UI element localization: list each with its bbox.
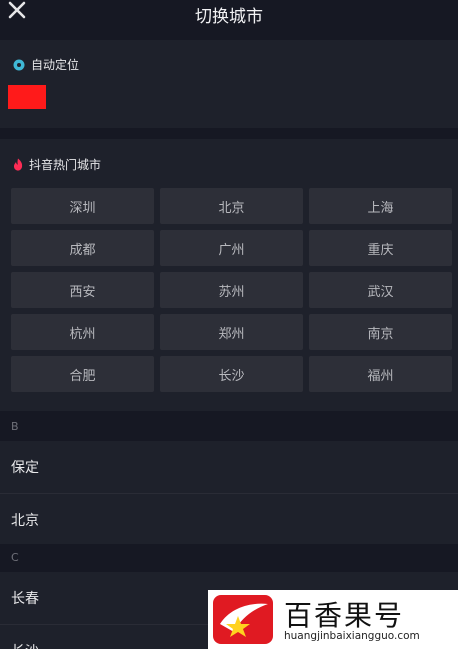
current-location-redacted[interactable]: [8, 85, 46, 109]
top-bar: 切换城市: [0, 0, 458, 36]
city-button[interactable]: 广州: [160, 230, 303, 266]
city-list-item[interactable]: 北京: [0, 494, 458, 546]
city-name: 长春: [11, 591, 39, 607]
city-button[interactable]: 成都: [11, 230, 154, 266]
city-button[interactable]: 郑州: [160, 314, 303, 350]
hot-cities-label: 抖音热门城市: [29, 158, 102, 172]
index-letter: B: [11, 420, 19, 433]
watermark: 百香果号 huangjinbaixiangguo.com: [208, 590, 458, 649]
city-button[interactable]: 杭州: [11, 314, 154, 350]
index-letter-header: B: [0, 413, 458, 441]
city-button[interactable]: 长沙: [160, 356, 303, 392]
city-button[interactable]: 北京: [160, 188, 303, 224]
page-title: 切换城市: [195, 7, 263, 27]
auto-location-label: 自动定位: [31, 58, 80, 72]
city-button[interactable]: 合肥: [11, 356, 154, 392]
city-name: 北京: [11, 513, 39, 529]
city-list-item[interactable]: 保定: [0, 441, 458, 493]
location-pin-icon: [13, 59, 25, 70]
city-name: 长沙: [11, 641, 39, 649]
auto-location-header: 自动定位: [13, 56, 79, 73]
hot-city-grid: 深圳 北京 上海 成都 广州 重庆 西安 苏州 武汉 杭州 郑州 南京 合肥 长…: [11, 188, 452, 392]
city-button[interactable]: 重庆: [309, 230, 452, 266]
index-letter: C: [11, 551, 19, 564]
index-letter-header: C: [0, 544, 458, 572]
watermark-url: huangjinbaixiangguo.com: [284, 630, 420, 642]
city-button[interactable]: 福州: [309, 356, 452, 392]
city-button[interactable]: 深圳: [11, 188, 154, 224]
city-button[interactable]: 武汉: [309, 272, 452, 308]
hot-cities-section: 抖音热门城市 深圳 北京 上海 成都 广州 重庆 西安 苏州 武汉 杭州 郑州 …: [0, 139, 458, 411]
hot-cities-header: 抖音热门城市: [13, 156, 101, 173]
city-name: 保定: [11, 460, 39, 476]
auto-location-section: 自动定位: [0, 40, 458, 128]
city-button[interactable]: 南京: [309, 314, 452, 350]
watermark-brand: 百香果号: [284, 599, 405, 632]
city-button[interactable]: 苏州: [160, 272, 303, 308]
brand-logo-icon: [213, 595, 273, 644]
flame-icon: [13, 158, 23, 171]
city-button[interactable]: 西安: [11, 272, 154, 308]
city-button[interactable]: 上海: [309, 188, 452, 224]
